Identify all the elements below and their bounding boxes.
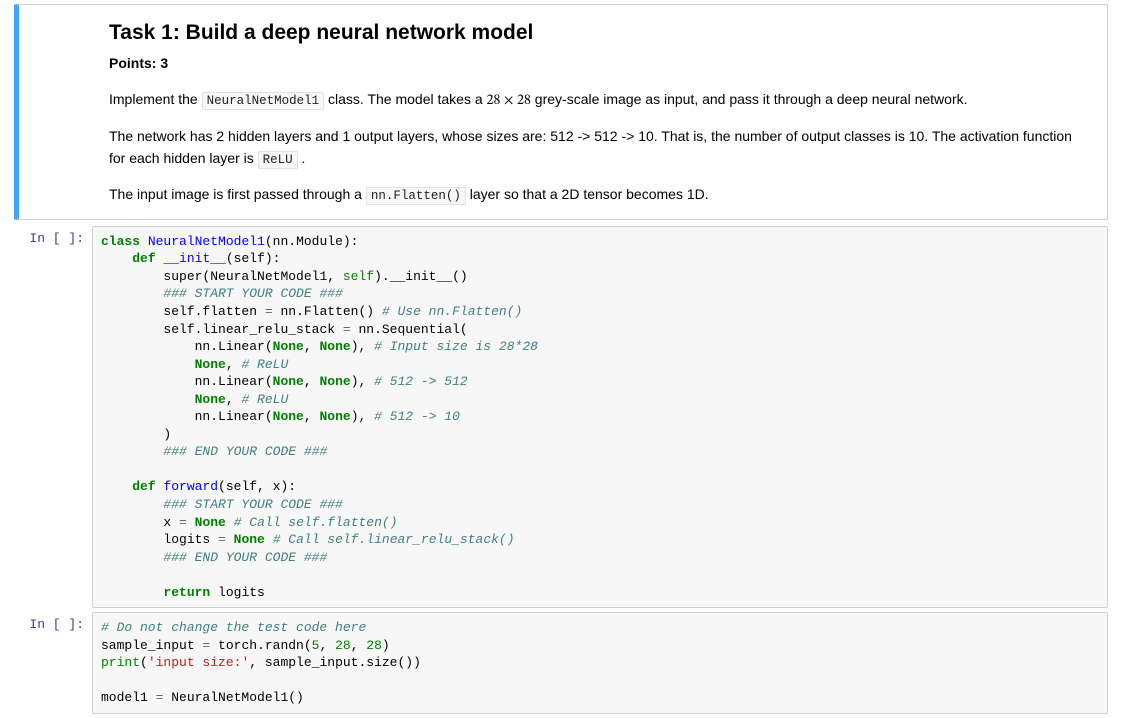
- num: 5: [312, 638, 320, 653]
- self: self: [343, 269, 374, 284]
- text: (nn.Module):: [265, 234, 359, 249]
- comment: ### START YOUR CODE ###: [163, 286, 342, 301]
- num: 28: [335, 638, 351, 653]
- text: ,: [304, 374, 320, 389]
- text: class. The model takes a: [324, 91, 486, 107]
- task-paragraph-3: The input image is first passed through …: [109, 184, 1073, 206]
- text: nn.Linear(: [195, 374, 273, 389]
- text: The network has 2 hidden layers and 1 ou…: [109, 128, 1072, 166]
- comment: # 512 -> 10: [374, 409, 460, 424]
- markdown-cell[interactable]: Task 1: Build a deep neural network mode…: [14, 4, 1108, 220]
- kw-return: return: [163, 585, 210, 600]
- text: x: [163, 515, 179, 530]
- text: .: [298, 150, 306, 166]
- none: None: [319, 374, 350, 389]
- inline-code: ReLU: [258, 151, 298, 169]
- comment: # Input size is 28*28: [374, 339, 538, 354]
- math-expr: 28 × 28: [487, 94, 531, 108]
- kw-def: def: [132, 251, 155, 266]
- comment: ### START YOUR CODE ###: [163, 497, 342, 512]
- code-block[interactable]: class NeuralNetModel1(nn.Module): def __…: [101, 233, 1099, 601]
- text: ,: [304, 339, 320, 354]
- task-heading: Task 1: Build a deep neural network mode…: [109, 21, 1073, 45]
- fn-name: __init__: [163, 251, 225, 266]
- kw-class: class: [101, 234, 140, 249]
- comment: # 512 -> 512: [374, 374, 468, 389]
- none: None: [195, 515, 226, 530]
- inline-code: NeuralNetModel1: [202, 92, 325, 110]
- text: model1: [101, 690, 156, 705]
- text: nn.Sequential(: [351, 322, 468, 337]
- task-paragraph-1: Implement the NeuralNetModel1 class. The…: [109, 89, 1073, 113]
- text: NeuralNetModel1(): [163, 690, 303, 705]
- text: grey-scale image as input, and pass it t…: [531, 91, 968, 107]
- op: =: [343, 322, 351, 337]
- task-paragraph-2: The network has 2 hidden layers and 1 ou…: [109, 126, 1073, 170]
- comment: # Use nn.Flatten(): [382, 304, 522, 319]
- code-body[interactable]: # Do not change the test code here sampl…: [92, 612, 1108, 714]
- comment: ### END YOUR CODE ###: [163, 550, 327, 565]
- text: ,: [226, 392, 242, 407]
- text: ,: [226, 357, 242, 372]
- none: None: [273, 374, 304, 389]
- num: 28: [366, 638, 382, 653]
- text: sample_input: [101, 638, 202, 653]
- code-cell-1[interactable]: In [ ]: class NeuralNetModel1(nn.Module)…: [14, 226, 1108, 608]
- text: logits: [163, 532, 218, 547]
- text: ): [163, 427, 171, 442]
- code-body[interactable]: class NeuralNetModel1(nn.Module): def __…: [92, 226, 1108, 608]
- kw-def: def: [132, 479, 155, 494]
- code-cell-2[interactable]: In [ ]: # Do not change the test code he…: [14, 612, 1108, 714]
- comment: # ReLU: [241, 357, 288, 372]
- inline-code: nn.Flatten(): [366, 187, 466, 205]
- none: None: [319, 339, 350, 354]
- text: ),: [351, 374, 374, 389]
- none: None: [319, 409, 350, 424]
- op: =: [218, 532, 226, 547]
- text: layer so that a 2D tensor becomes 1D.: [466, 186, 709, 202]
- text: ),: [351, 409, 374, 424]
- text: self.linear_relu_stack: [163, 322, 342, 337]
- comment: ### END YOUR CODE ###: [163, 444, 327, 459]
- text: nn.Flatten(): [273, 304, 382, 319]
- text: ).__init__(): [374, 269, 468, 284]
- comment: # Do not change the test code here: [101, 620, 366, 635]
- text: The input image is first passed through …: [109, 186, 366, 202]
- comment: # Call self.flatten(): [234, 515, 398, 530]
- text: ),: [351, 339, 374, 354]
- none: None: [195, 357, 226, 372]
- text: ,: [304, 409, 320, 424]
- none: None: [195, 392, 226, 407]
- op: =: [265, 304, 273, 319]
- text: (self):: [226, 251, 281, 266]
- text: Implement the: [109, 91, 202, 107]
- op: =: [179, 515, 187, 530]
- code-block[interactable]: # Do not change the test code here sampl…: [101, 619, 1099, 707]
- text: super(NeuralNetModel1,: [163, 269, 342, 284]
- none: None: [234, 532, 265, 547]
- class-name: NeuralNetModel1: [148, 234, 265, 249]
- comment: # Call self.linear_relu_stack(): [273, 532, 515, 547]
- text: torch.randn(: [210, 638, 311, 653]
- comment: # ReLU: [241, 392, 288, 407]
- text: self.flatten: [163, 304, 264, 319]
- input-prompt: In [ ]:: [14, 612, 92, 714]
- points-label: Points: 3: [109, 53, 1073, 75]
- none: None: [273, 409, 304, 424]
- text: nn.Linear(: [195, 409, 273, 424]
- text: nn.Linear(: [195, 339, 273, 354]
- string: 'input size:': [148, 655, 249, 670]
- text: , sample_input.size()): [249, 655, 421, 670]
- input-prompt: In [ ]:: [14, 226, 92, 608]
- fn-name: forward: [163, 479, 218, 494]
- notebook: Task 1: Build a deep neural network mode…: [0, 0, 1122, 714]
- text: ): [382, 638, 390, 653]
- text: (self, x):: [218, 479, 296, 494]
- none: None: [273, 339, 304, 354]
- text: logits: [210, 585, 265, 600]
- builtin: print: [101, 655, 140, 670]
